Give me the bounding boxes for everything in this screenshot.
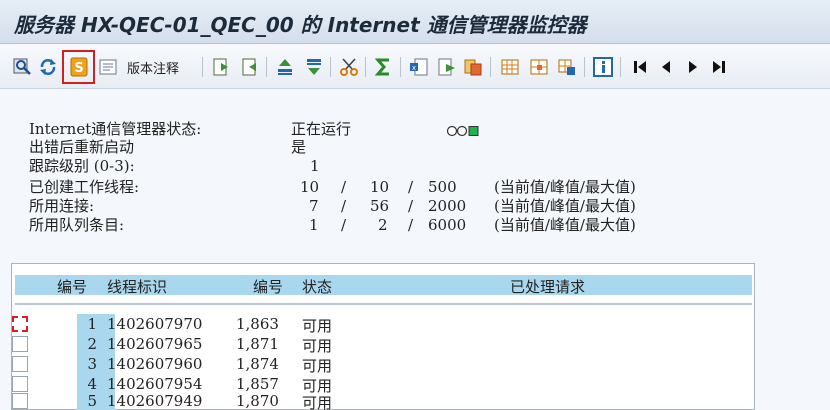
thread-table: 编号 线程标识 编号 状态 已处理请求 1 1402607970 1,863 可… (11, 263, 755, 410)
grid-insert-icon[interactable] (529, 57, 549, 77)
slash: / (341, 197, 347, 215)
row-checkbox[interactable] (12, 336, 28, 352)
toolbar-separator (330, 57, 331, 77)
queue-peak: 2 (378, 216, 388, 234)
row-number: 2 (87, 335, 97, 353)
queue-note: (当前值/峰值/最大值) (494, 216, 636, 234)
workers-peak: 10 (370, 178, 390, 196)
details-icon[interactable] (98, 57, 118, 77)
sum-icon[interactable] (374, 57, 394, 77)
grid-config-icon[interactable] (557, 57, 577, 77)
previous-page-icon[interactable] (656, 57, 676, 77)
restart-label: 出错后重新启动 (29, 138, 135, 156)
svg-text:x: x (412, 64, 416, 72)
restart-value: 是 (291, 138, 307, 156)
grid-icon[interactable] (500, 57, 520, 77)
first-page-icon[interactable] (630, 57, 650, 77)
connections-current: 7 (309, 197, 319, 215)
trace-level-value: 1 (310, 157, 320, 175)
highlight-box (62, 50, 95, 84)
cut-icon[interactable] (339, 57, 359, 77)
thread-id: 1402607970 (107, 315, 203, 333)
title-bar: 服务器 HX-QEC-01_QEC_00 的 Internet 通信管理器监控器 (0, 0, 830, 44)
sort-ascending-icon[interactable] (275, 57, 295, 77)
row-number: 1 (87, 315, 97, 333)
thread-status: 可用 (302, 394, 333, 410)
connections-label: 所用连接: (29, 197, 95, 215)
table-row[interactable]: 2 1402607965 1,871 可用 (12, 334, 754, 355)
slash: / (408, 197, 414, 215)
toolbar-separator (490, 57, 491, 77)
connections-peak: 56 (370, 197, 390, 215)
thread-status: 可用 (302, 337, 333, 355)
toolbar-separator (584, 57, 585, 77)
connections-note: (当前值/峰值/最大值) (494, 197, 636, 215)
trace-level-label: 跟踪级别 (0-3): (29, 157, 135, 175)
traffic-light-icon (446, 122, 486, 137)
deselect-icon[interactable] (240, 57, 260, 77)
column-header-processed[interactable]: 已处理请求 (510, 276, 585, 297)
row-checkbox[interactable] (12, 393, 28, 409)
thread-id: 1402607949 (107, 392, 203, 410)
select-icon[interactable] (211, 57, 231, 77)
info-icon[interactable] (593, 57, 613, 77)
thread-status: 可用 (302, 357, 333, 375)
column-header-number[interactable]: 编号 (57, 276, 87, 297)
slash: / (341, 178, 347, 196)
column-header-status[interactable]: 状态 (302, 276, 332, 297)
import-icon[interactable] (437, 57, 457, 77)
next-page-icon[interactable] (683, 57, 703, 77)
toolbar-separator (266, 57, 267, 77)
column-header-number2[interactable]: 编号 (253, 276, 283, 297)
thread-id: 1402607965 (107, 335, 203, 353)
workers-max: 500 (428, 178, 457, 196)
thread-number: 1,870 (236, 392, 279, 410)
toolbar-separator (400, 57, 401, 77)
slash: / (341, 216, 347, 234)
workers-note: (当前值/峰值/最大值) (494, 178, 636, 196)
status-value: 正在运行 (291, 120, 352, 138)
queue-current: 1 (309, 216, 319, 234)
table-row[interactable]: 3 1402607960 1,874 可用 (12, 354, 754, 375)
toolbar-separator (620, 57, 621, 77)
toolbar: S 版本注释 x (0, 45, 830, 89)
row-checkbox[interactable] (12, 376, 28, 392)
table-row[interactable]: 1 1402607970 1,863 可用 (12, 314, 754, 335)
status-label: Internet通信管理器状态: (29, 120, 202, 138)
row-number: 5 (87, 392, 97, 410)
refresh-icon[interactable] (38, 57, 58, 77)
thread-number: 1,874 (236, 355, 279, 373)
queue-label: 所用队列条目: (29, 216, 125, 234)
row-checkbox[interactable] (12, 356, 28, 372)
sort-descending-icon[interactable] (304, 57, 324, 77)
slash: / (408, 178, 414, 196)
version-notes-button[interactable]: 版本注释 (127, 58, 179, 77)
table-header: 编号 线程标识 编号 状态 已处理请求 (15, 275, 752, 297)
table-row[interactable]: 5 1402607949 1,870 可用 (12, 391, 754, 410)
workers-current: 10 (300, 178, 320, 196)
toolbar-separator (365, 57, 366, 77)
queue-max: 6000 (428, 216, 467, 234)
row-checkbox[interactable] (12, 316, 28, 332)
row-number: 3 (87, 355, 97, 373)
header-divider (15, 303, 752, 305)
last-page-icon[interactable] (709, 57, 729, 77)
window-title: 服务器 HX-QEC-01_QEC_00 的 Internet 通信管理器监控器 (14, 13, 587, 37)
search-icon[interactable] (13, 57, 33, 77)
workers-label: 已创建工作线程: (29, 178, 140, 196)
slash: / (408, 216, 414, 234)
thread-status: 可用 (302, 317, 333, 335)
thread-number: 1,871 (236, 335, 279, 353)
connections-max: 2000 (428, 197, 467, 215)
layout-icon[interactable] (463, 57, 483, 77)
thread-number: 1,863 (236, 315, 279, 333)
column-header-thread-id[interactable]: 线程标识 (107, 276, 167, 297)
toolbar-separator (202, 57, 203, 77)
thread-id: 1402607960 (107, 355, 203, 373)
export-icon[interactable]: x (409, 57, 429, 77)
